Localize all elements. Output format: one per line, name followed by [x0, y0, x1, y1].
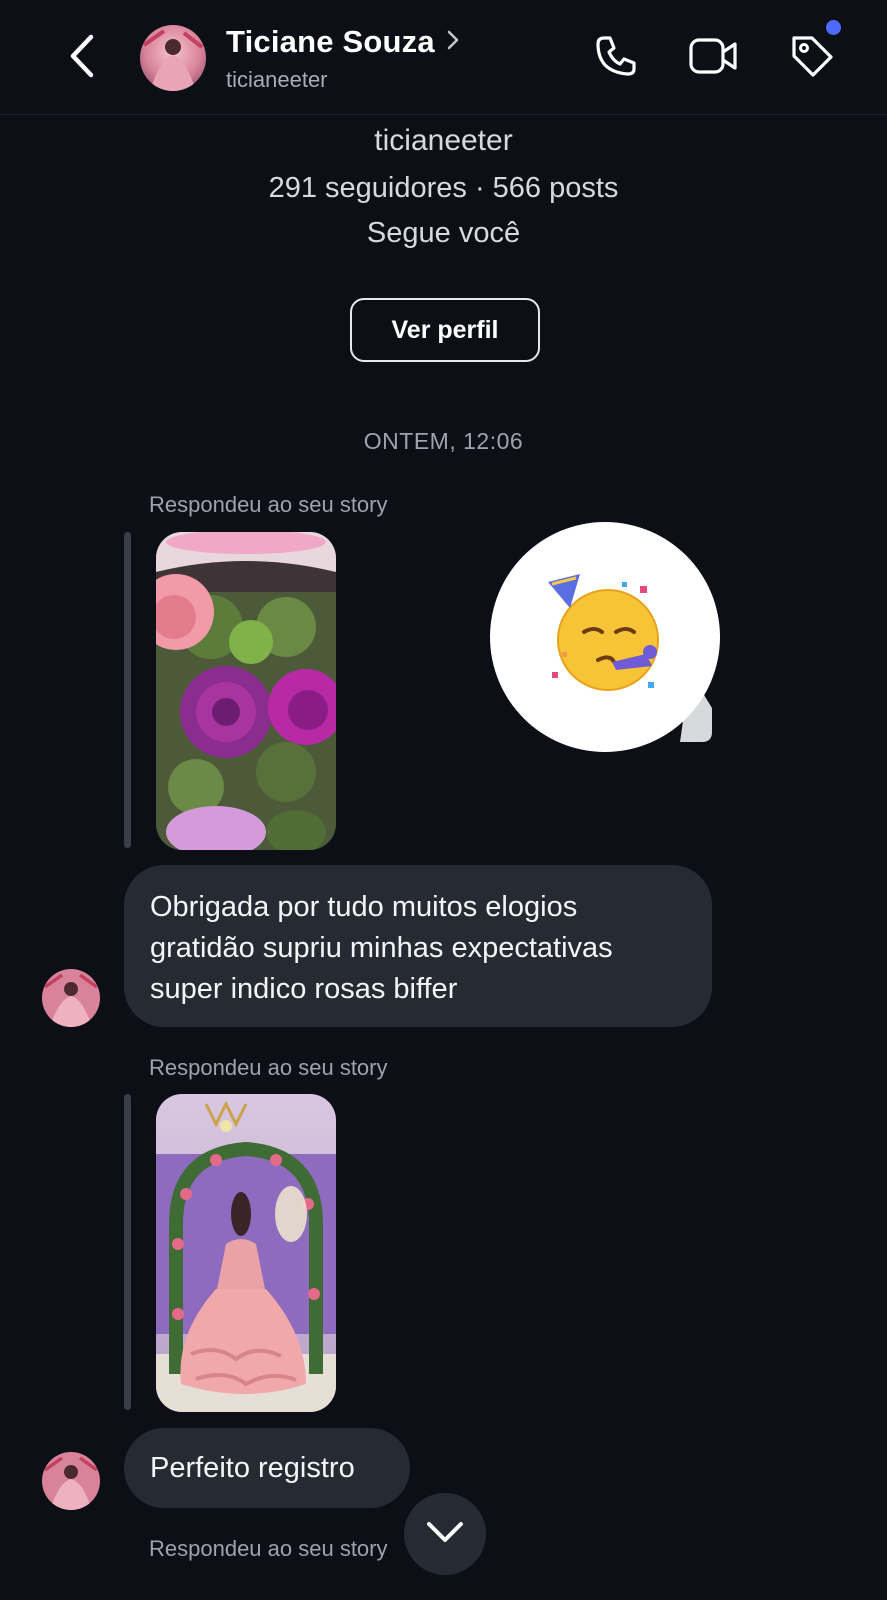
reply-quote-bar — [124, 532, 131, 848]
profile-stats: 291 seguidores · 566 posts — [268, 172, 619, 204]
voice-call-button[interactable] — [590, 32, 642, 84]
chevron-down-icon — [425, 1520, 465, 1549]
contact-name: Ticiane Souza — [226, 24, 435, 59]
message-bubble[interactable]: Obrigada por tudo muitos elogios gratidã… — [124, 865, 712, 1027]
phone-icon — [593, 33, 639, 84]
contact-handle: ticianeeter — [226, 67, 328, 92]
thread-timestamp: ONTEM, 12:06 — [363, 428, 524, 454]
story-reply-label: Respondeu ao seu story — [149, 1055, 388, 1080]
message-bubble[interactable]: Perfeito registro — [124, 1428, 410, 1508]
profile-username: ticianeeter — [374, 124, 513, 157]
back-button[interactable] — [62, 34, 102, 82]
message-text: Perfeito registro — [150, 1452, 355, 1484]
story-reply-label: Respondeu ao seu story — [149, 1536, 388, 1561]
contact-avatar[interactable] — [140, 25, 206, 91]
story-thumbnail-dress[interactable] — [156, 1094, 336, 1412]
reaction-sticker — [490, 522, 720, 754]
message-text-line: Obrigada por tudo muitos elogios — [150, 891, 578, 923]
video-camera-icon — [688, 34, 740, 83]
tag-icon — [788, 32, 836, 85]
story-thumbnail-flowers[interactable] — [156, 532, 336, 850]
dm-thread-screen: Ticiane Souza ticianeeter ticianeeter 29… — [0, 0, 887, 1600]
reply-quote-bar — [124, 1094, 131, 1410]
contact-avatar-small[interactable] — [42, 1452, 100, 1510]
message-text-line: gratidão supriu minhas expectativas — [150, 932, 613, 964]
contact-name-row[interactable]: Ticiane Souza — [226, 24, 459, 60]
tag-button[interactable] — [786, 32, 838, 84]
scroll-to-bottom-button[interactable] — [404, 1493, 486, 1575]
view-profile-button[interactable]: Ver perfil — [350, 298, 540, 362]
chat-header: Ticiane Souza ticianeeter — [0, 0, 887, 115]
video-call-button[interactable] — [688, 32, 740, 84]
message-text-line: super indico rosas biffer — [150, 973, 458, 1005]
story-reply-label: Respondeu ao seu story — [149, 492, 388, 517]
chevron-right-icon — [447, 30, 459, 55]
profile-follows-you: Segue você — [366, 217, 521, 249]
contact-avatar-small[interactable] — [42, 969, 100, 1027]
chevron-left-icon — [67, 33, 97, 84]
notification-dot — [826, 20, 841, 35]
